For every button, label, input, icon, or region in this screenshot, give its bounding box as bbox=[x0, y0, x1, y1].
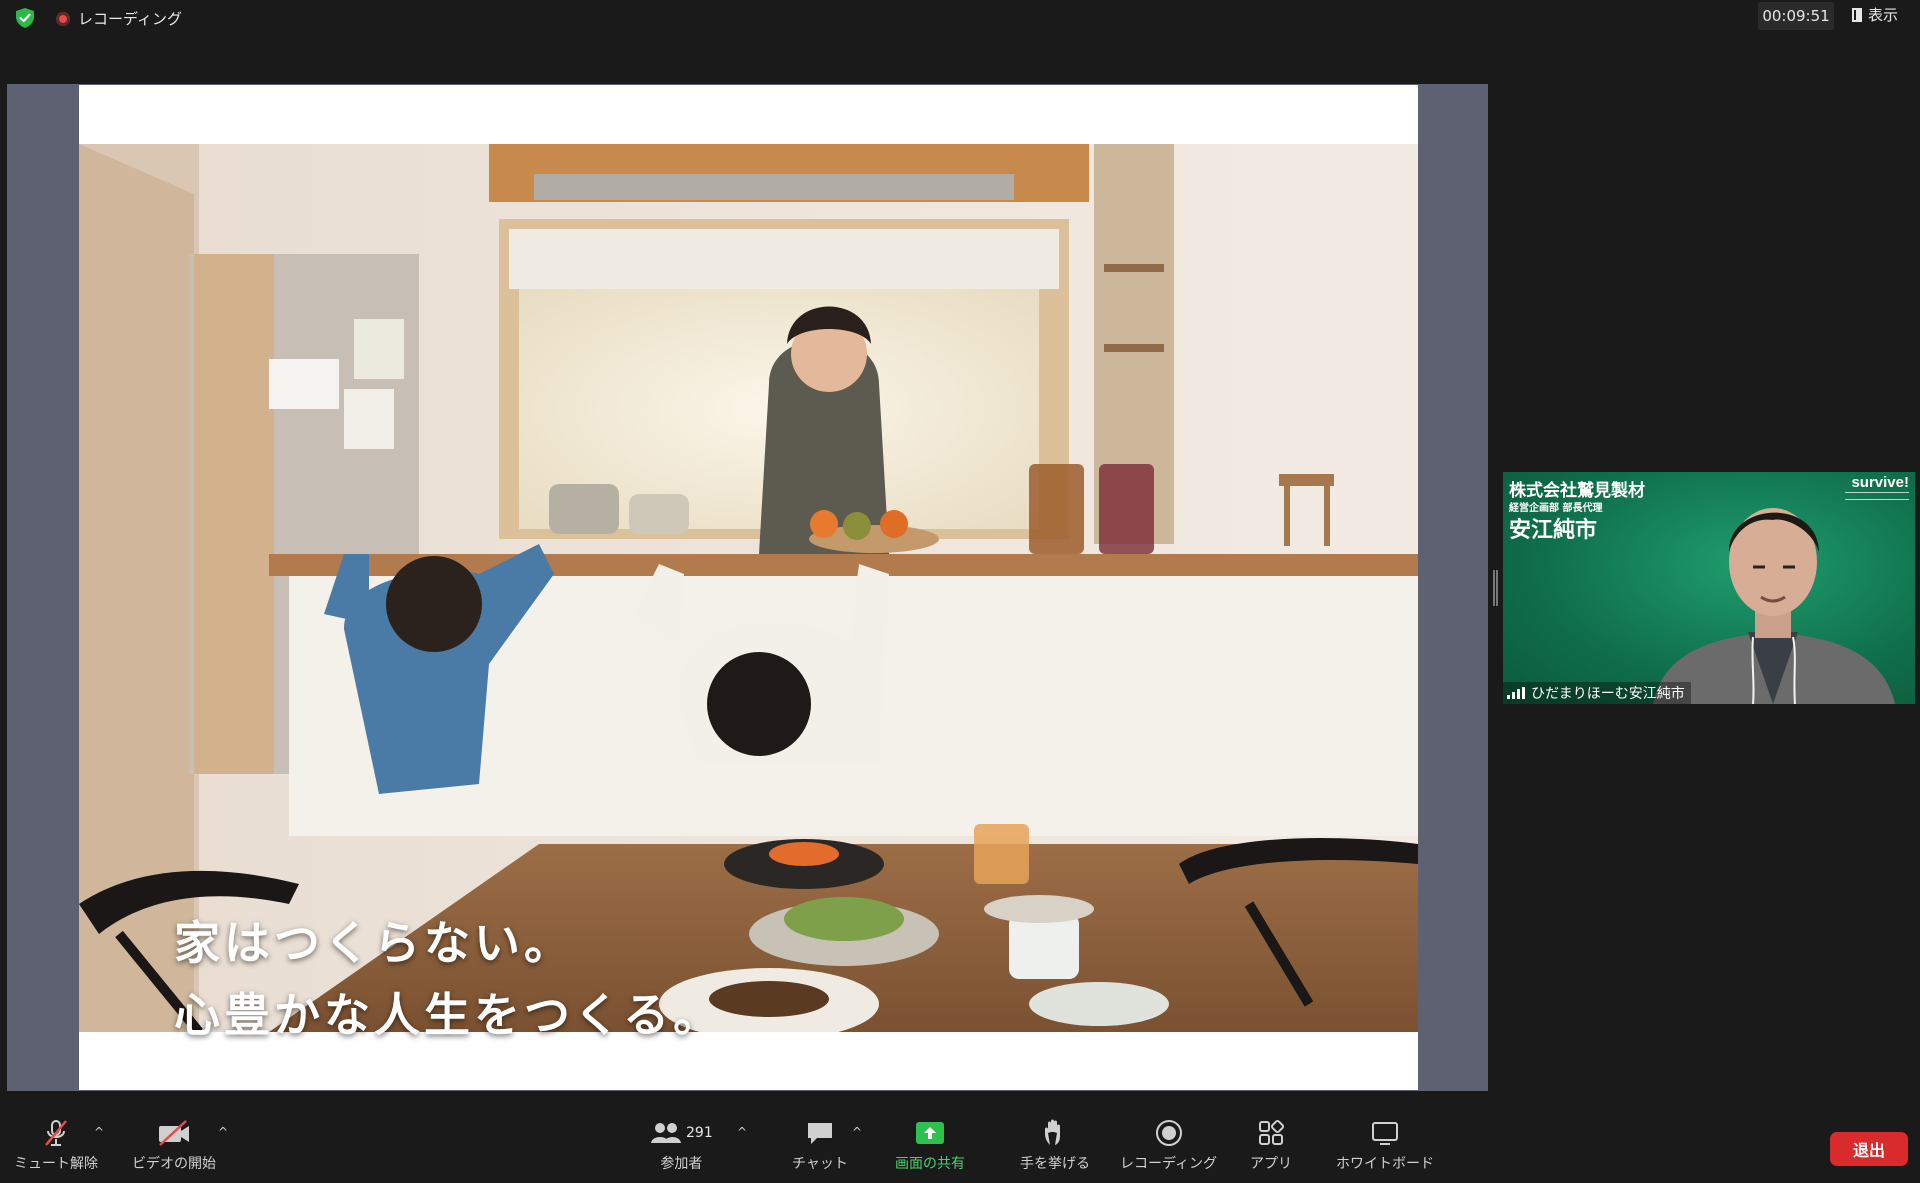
record-label: レコーディング bbox=[1120, 1156, 1218, 1172]
signal-strength-icon bbox=[1507, 687, 1525, 699]
video-company-name: 株式会社鷲見製材 bbox=[1509, 481, 1645, 501]
participants-icon-group: 291 bbox=[650, 1119, 713, 1147]
shield-check-icon[interactable] bbox=[14, 7, 36, 29]
participant-name-bar: ひだまりほーむ安江純市 bbox=[1503, 682, 1691, 704]
muted-mic-icon bbox=[41, 1119, 71, 1147]
participant-video-tile[interactable]: 株式会社鷲見製材 経営企画部 部長代理 安江純市 survive! ひだまりほー… bbox=[1503, 472, 1915, 704]
share-screen-icon bbox=[914, 1119, 946, 1147]
participants-count: 291 bbox=[686, 1125, 713, 1141]
participants-icon bbox=[651, 1123, 681, 1143]
apps-button[interactable]: アプリ bbox=[1250, 1119, 1292, 1173]
participant-portrait bbox=[1653, 508, 1895, 704]
unmute-button[interactable]: ミュート解除 bbox=[14, 1119, 98, 1173]
slide-headline-line1: 家はつくらない。 bbox=[174, 916, 574, 970]
record-dot-icon bbox=[56, 11, 70, 26]
record-button[interactable]: レコーディング bbox=[1120, 1119, 1217, 1173]
chat-options-chevron-icon[interactable]: ^ bbox=[850, 1125, 864, 1139]
top-bar: レコーディング 00:09:51 表示 bbox=[0, 0, 1920, 36]
view-layout-icon bbox=[1852, 7, 1862, 22]
video-options-chevron-icon[interactable]: ^ bbox=[216, 1125, 230, 1139]
start-video-button[interactable]: ビデオの開始 bbox=[132, 1119, 216, 1173]
chat-bubble-icon bbox=[805, 1119, 835, 1147]
slide-photo bbox=[79, 144, 1418, 1032]
whiteboard-icon bbox=[1370, 1119, 1400, 1147]
raise-hand-label: 手を挙げる bbox=[1020, 1156, 1090, 1172]
recording-indicator[interactable]: レコーディング bbox=[56, 8, 182, 29]
shared-slide: 家はつくらない。 心豊かな人生をつくる。 bbox=[79, 85, 1418, 1090]
start-video-label: ビデオの開始 bbox=[132, 1156, 216, 1172]
participant-name: ひだまりほーむ安江純市 bbox=[1531, 686, 1685, 702]
video-person-name: 安江純市 bbox=[1509, 518, 1598, 543]
panel-resize-handle[interactable] bbox=[1493, 570, 1498, 606]
unmute-label: ミュート解除 bbox=[14, 1156, 98, 1172]
record-icon bbox=[1155, 1119, 1183, 1147]
apps-icon bbox=[1257, 1119, 1285, 1147]
apps-label: アプリ bbox=[1250, 1156, 1292, 1172]
shared-screen[interactable]: 家はつくらない。 心豊かな人生をつくる。 bbox=[7, 84, 1488, 1091]
whiteboard-label: ホワイトボード bbox=[1336, 1156, 1434, 1172]
audio-options-chevron-icon[interactable]: ^ bbox=[92, 1125, 106, 1139]
recording-indicator-label: レコーディング bbox=[78, 10, 182, 28]
meeting-timer: 00:09:51 bbox=[1758, 2, 1834, 30]
view-button-label: 表示 bbox=[1868, 6, 1899, 24]
slide-headline-line2: 心豊かな人生をつくる。 bbox=[174, 988, 724, 1042]
chat-button[interactable]: チャット bbox=[792, 1119, 848, 1173]
raise-hand-button[interactable]: 手を挙げる bbox=[1020, 1119, 1090, 1173]
participants-options-chevron-icon[interactable]: ^ bbox=[735, 1125, 749, 1139]
participants-label: 参加者 bbox=[660, 1156, 703, 1172]
share-screen-label: 画面の共有 bbox=[895, 1156, 965, 1172]
video-off-icon bbox=[156, 1119, 192, 1147]
raise-hand-icon bbox=[1041, 1119, 1069, 1147]
view-button[interactable]: 表示 bbox=[1852, 4, 1898, 25]
whiteboard-button[interactable]: ホワイトボード bbox=[1336, 1119, 1434, 1173]
share-screen-button[interactable]: 画面の共有 bbox=[895, 1119, 965, 1173]
chat-label: チャット bbox=[792, 1156, 848, 1172]
leave-meeting-button[interactable]: 退出 bbox=[1830, 1132, 1908, 1166]
participants-button[interactable]: 291 参加者 bbox=[650, 1119, 713, 1173]
meeting-toolbar: ミュート解除 ^ ビデオの開始 ^ 291 参加者 ^ チャット ^ 画面の共有… bbox=[0, 1101, 1920, 1183]
